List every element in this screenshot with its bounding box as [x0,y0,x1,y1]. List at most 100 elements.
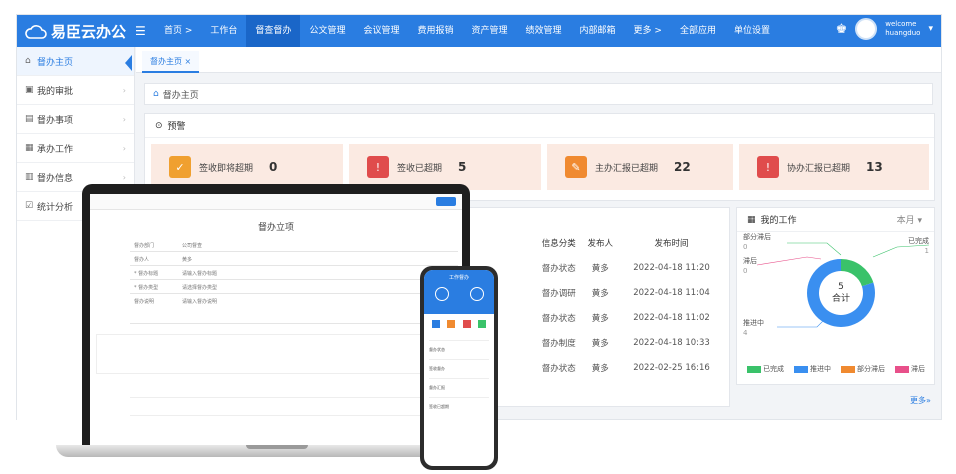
legend-item[interactable]: 部分滞后 [841,364,885,374]
nav-expenses[interactable]: 费用报销 [408,15,462,47]
cell: 黄多 [591,288,609,299]
form-row[interactable]: 督办人 黄多 [130,252,458,266]
tab-home[interactable]: 督办主页 × [142,51,200,73]
nav-documents[interactable]: 公文管理 [300,15,354,47]
period-select[interactable]: 本月 ▾ [897,213,922,226]
user-area: ♚ welcome huangduo ▾ [836,18,933,40]
divider [429,378,489,379]
chevron-right-icon: › [122,85,126,95]
phone-stats [424,287,494,301]
label-partial-value: 0 [743,243,747,251]
user-info[interactable]: welcome huangduo [885,20,920,38]
nav-unit-settings[interactable]: 单位设置 [725,15,779,47]
sidebar-item-home[interactable]: ⌂ 督办主页 [17,47,134,76]
sidebar-item-approval[interactable]: ▣ 我的审批 › [17,76,134,105]
table-row[interactable]: 督办制度 黄多 2022-04-18 10:33 [535,330,725,355]
alert-title: ⊙ 预警 [145,114,934,138]
quick-icon[interactable] [478,320,487,328]
label-done-value: 1 [925,247,929,255]
legend-item[interactable]: 滞后 [895,364,925,374]
mywork-title: ▦ 我的工作 本月 ▾ [737,208,934,232]
overdue-icon: ! [367,156,389,178]
form-value: 请输入督办标题 [182,271,218,277]
donut-chart: 5 合计 部分滞后 0 滞后 0 已完成 1 推进中 4 [743,233,930,337]
table-row[interactable]: 督办状态 黄多 2022-04-18 11:02 [535,305,725,330]
cell: 黄多 [591,338,609,349]
nav-workbench[interactable]: 工作台 [201,15,246,47]
nav-assets[interactable]: 资产管理 [462,15,516,47]
nav-supervision[interactable]: 督查督办 [246,15,301,47]
table-row[interactable]: 督办状态 黄多 2022-04-18 11:20 [535,255,725,280]
form-row[interactable]: * 督办标题 请输入督办标题 [130,266,458,280]
legend-label: 推进中 [810,365,831,373]
table-row[interactable]: 督办调研 黄多 2022-04-18 11:04 [535,280,725,305]
laptop-save-button[interactable] [436,197,456,206]
app-name: 易臣云办公 [51,23,127,41]
caret-down-icon[interactable]: ▾ [928,24,933,34]
laptop-header [90,194,462,210]
sidebar-item-undertake[interactable]: ▦ 承办工作 › [17,134,134,163]
alert-card-assist-report[interactable]: ! 协办汇报已超期 13 [739,144,929,190]
leader-line [777,318,826,328]
quick-icon[interactable] [447,320,456,328]
cell: 2022-04-18 11:04 [633,287,710,298]
document-icon: ▤ [25,114,34,124]
home-icon: ⌂ [153,89,159,99]
label-progress: 推进中 [743,318,764,327]
phone-screen: 工作督办 督办状态 签收督办 督办汇报 签收已超期 [424,270,494,466]
chevron-right-icon: › [122,114,126,124]
column-header: 发布时间 [654,238,689,249]
chevron-right-icon: › [122,172,126,182]
cell: 2022-04-18 11:02 [633,312,710,323]
quick-icon[interactable] [462,320,471,328]
form-row[interactable]: 督办说明 请输入督办说明 [130,294,458,324]
sidebar-item-matters[interactable]: ▤ 督办事项 › [17,105,134,134]
phone-quick-actions [424,314,494,334]
label-partial: 部分滞后 [743,233,771,241]
legend-item[interactable]: 推进中 [794,364,831,374]
phone-list-item[interactable]: 督办状态 [424,347,494,353]
cell: 2022-04-18 11:20 [633,262,710,273]
nav-all-apps[interactable]: 全部应用 [671,15,725,47]
logo[interactable]: 易臣云办公 [25,21,126,42]
legend-label: 部分滞后 [857,365,885,373]
cell: 督办调研 [541,288,576,299]
task-icon: ▦ [25,143,34,153]
breadcrumb: ⌂ 督办主页 [144,83,933,105]
sidebar-item-label: 统计分析 [37,202,74,213]
phone-list-item[interactable]: 督办汇报 [424,385,494,391]
nav-meetings[interactable]: 会议管理 [354,15,408,47]
phone-list-item[interactable]: 签收已超期 [424,404,494,410]
avatar[interactable] [855,18,878,40]
breadcrumb-label: 督办主页 [162,90,199,101]
legend-label: 滞后 [911,365,925,373]
form-section [96,334,456,374]
menu-toggle-icon[interactable]: ☰ [135,24,146,38]
legend-item[interactable]: 已完成 [747,364,784,374]
phone-list-item[interactable]: 签收督办 [424,366,494,372]
nav-home[interactable]: 首页 > [155,15,201,47]
clipboard-icon: ✓ [169,156,191,178]
leader-line [756,256,822,266]
label-progress-value: 4 [743,329,748,337]
nav-performance[interactable]: 绩效管理 [517,15,571,47]
tab-bar: 督办主页 × [136,47,941,73]
alert-card-main-report[interactable]: ✎ 主办汇报已超期 22 [547,144,733,190]
sidebar-collapse-handle[interactable] [125,55,132,71]
alarm-icon: ⊙ [155,120,163,131]
donut-slice-已完成[interactable] [841,259,874,287]
card-label: 协办汇报已超期 [787,163,851,174]
card-label: 签收已超期 [397,163,443,174]
org-chart-icon[interactable]: ♚ [836,22,848,37]
card-label: 主办汇报已超期 [595,163,659,174]
quick-icon[interactable] [431,320,440,328]
form-row[interactable]: 督办部门 公司督查 [130,238,458,252]
card-label: 签收即将超期 [199,163,254,174]
table-row[interactable]: 督办状态 黄多 2022-02-25 16:16 [535,355,725,380]
nav-more[interactable]: 更多 > [625,15,671,47]
stats-icon: ☑ [25,201,34,211]
nav-mailbox[interactable]: 内部邮箱 [571,15,625,47]
stat-circle [469,287,484,301]
more-link[interactable]: 更多» [910,395,931,406]
form-row[interactable]: * 督办类型 请选择督办类型 [130,280,458,294]
